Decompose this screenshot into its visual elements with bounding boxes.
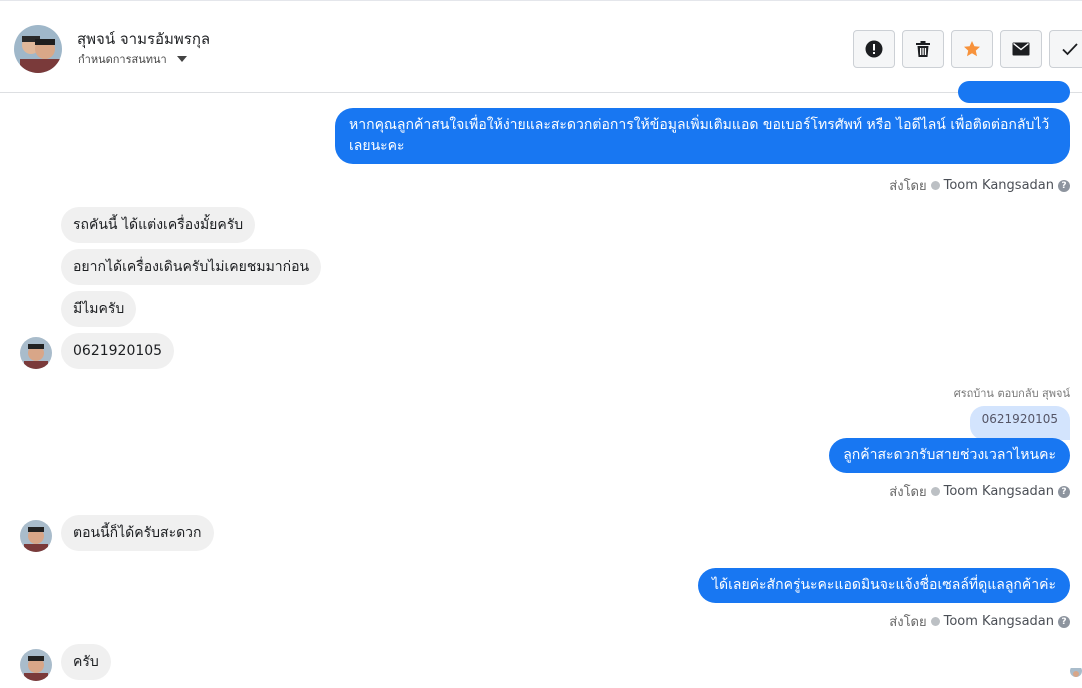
contact-name[interactable]: สุพจน์ จามรอัมพรกุล bbox=[77, 27, 210, 51]
seen-indicator-avatar bbox=[1070, 665, 1082, 677]
contact-avatar-small[interactable] bbox=[20, 337, 52, 369]
star-button[interactable] bbox=[951, 30, 993, 68]
sent-by-info: ส่งโดย Toom Kangsadan ? bbox=[889, 611, 1070, 632]
assign-conversation-dropdown[interactable]: กำหนดการสนทนา bbox=[78, 50, 187, 68]
agent-avatar-icon bbox=[930, 617, 940, 626]
outgoing-message-peek bbox=[958, 81, 1070, 103]
outgoing-message[interactable]: หากคุณลูกค้าสนใจเพื่อให้ง่ายและสะดวกต่อก… bbox=[335, 108, 1070, 164]
contact-avatar-small[interactable] bbox=[20, 520, 52, 552]
alert-icon bbox=[865, 40, 883, 58]
outgoing-message[interactable]: ลูกค้าสะดวกรับสายช่วงเวลาไหนคะ bbox=[829, 438, 1070, 473]
contact-avatar-small[interactable] bbox=[20, 649, 52, 681]
outgoing-message[interactable]: ได้เลยค่ะสักครู่นะคะแอดมินจะแจ้งชื่อเซลล… bbox=[697, 568, 1070, 603]
incoming-message[interactable]: 0621920105 bbox=[61, 333, 175, 369]
quoted-message[interactable]: 0621920105 bbox=[969, 406, 1070, 440]
agent-name[interactable]: Toom Kangsadan bbox=[944, 178, 1054, 193]
sent-by-info: ส่งโดย Toom Kangsadan ? bbox=[889, 175, 1070, 196]
help-icon[interactable]: ? bbox=[1058, 615, 1070, 628]
agent-avatar-icon bbox=[930, 181, 940, 190]
conversation-toolbar bbox=[853, 30, 1082, 68]
message-thread[interactable]: หากคุณลูกค้าสนใจเพื่อให้ง่ายและสะดวกต่อก… bbox=[0, 81, 1082, 688]
incoming-message[interactable]: รถคันนี้ ได้แต่งเครื่องมั้ยครับ bbox=[61, 207, 256, 243]
incoming-message[interactable]: อยากได้เครื่องเดินครับไม่เคยชมมาก่อน bbox=[61, 249, 322, 285]
sent-by-label: ส่งโดย bbox=[889, 615, 927, 630]
mark-spam-button[interactable] bbox=[853, 30, 895, 68]
envelope-icon bbox=[1012, 42, 1030, 56]
agent-avatar-icon bbox=[930, 487, 940, 496]
contact-avatar[interactable] bbox=[14, 25, 62, 73]
mark-done-button[interactable] bbox=[1049, 30, 1082, 68]
sent-by-label: ส่งโดย bbox=[889, 179, 927, 194]
incoming-message[interactable]: ตอนนี้ก็ได้ครับสะดวก bbox=[61, 515, 214, 551]
agent-name[interactable]: Toom Kangsadan bbox=[944, 614, 1054, 629]
delete-button[interactable] bbox=[902, 30, 944, 68]
mark-unread-button[interactable] bbox=[1000, 30, 1042, 68]
check-icon bbox=[1061, 43, 1078, 56]
incoming-message[interactable]: ครับ bbox=[61, 644, 111, 680]
star-icon bbox=[964, 41, 980, 57]
caret-down-icon bbox=[176, 56, 187, 62]
sent-by-label: ส่งโดย bbox=[889, 485, 927, 500]
assign-label: กำหนดการสนทนา bbox=[78, 53, 167, 66]
help-icon[interactable]: ? bbox=[1058, 179, 1070, 192]
agent-name[interactable]: Toom Kangsadan bbox=[944, 484, 1054, 499]
conversation-header: สุพจน์ จามรอัมพรกุล กำหนดการสนทนา bbox=[0, 0, 1082, 93]
reply-context-label: ศรถบ้าน ตอบกลับ สุพจน์ bbox=[953, 387, 1070, 400]
incoming-message[interactable]: มีไมครับ bbox=[61, 291, 137, 327]
help-icon[interactable]: ? bbox=[1058, 485, 1070, 498]
trash-icon bbox=[916, 41, 930, 57]
sent-by-info: ส่งโดย Toom Kangsadan ? bbox=[889, 481, 1070, 502]
